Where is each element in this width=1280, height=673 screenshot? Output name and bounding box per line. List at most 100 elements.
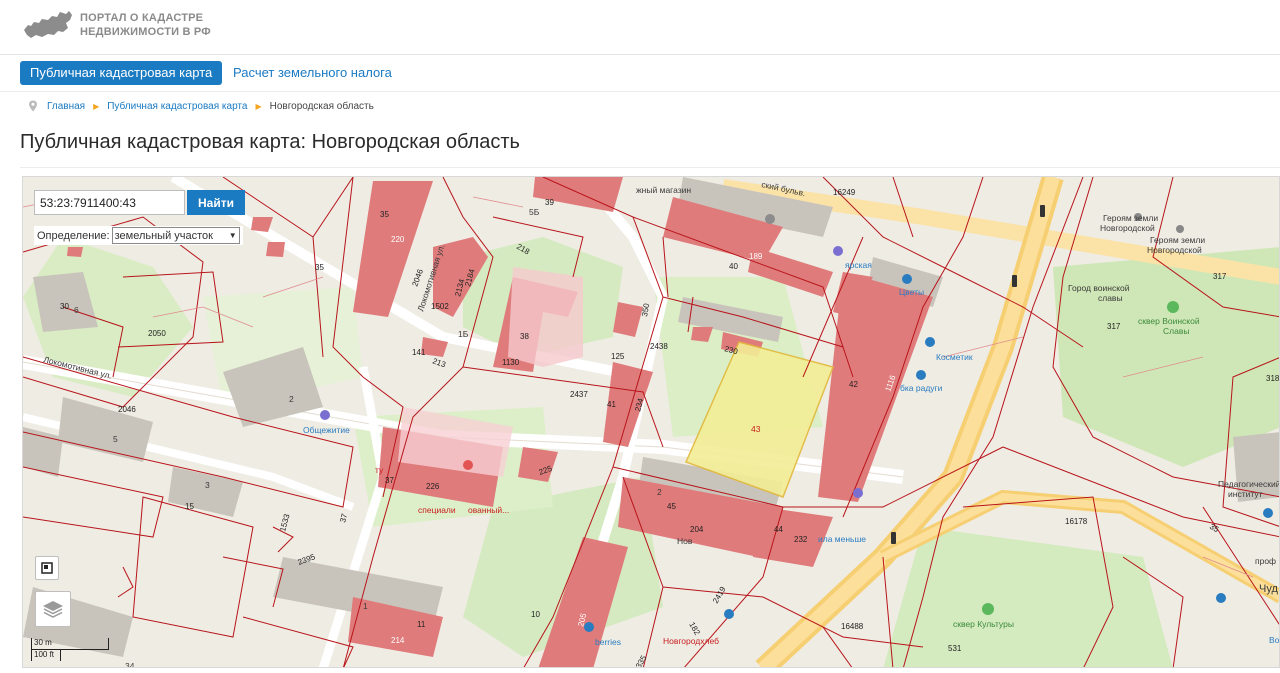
tab-public-cadastral-map[interactable]: Публичная кадастровая карта (20, 61, 223, 85)
definition-select[interactable]: земельный участок ▼ (111, 227, 240, 244)
parcel-label: 214 (391, 636, 405, 645)
poi-label: Во (1269, 635, 1280, 645)
parcel-label: 531 (948, 644, 962, 653)
logo-line-2: НЕДВИЖИМОСТИ В РФ (80, 26, 211, 38)
parcel-label: 232 (794, 535, 808, 544)
russia-map-icon (24, 11, 72, 38)
poi-label: Чуд (1259, 583, 1278, 595)
parcel-label: 16178 (1065, 517, 1088, 526)
poi-label: сквер Культуры (953, 619, 1014, 629)
logo-text: ПОРТАЛ О КАДАСТРЕ НЕДВИЖИМОСТИ В РФ (80, 11, 211, 39)
cadastral-search: Найти (34, 190, 245, 215)
tab-land-tax-calculation[interactable]: Расчет земельного налога (223, 61, 402, 85)
parcel-label: 2 (657, 487, 662, 497)
page-title: Публичная кадастровая карта: Новгородска… (20, 131, 520, 153)
parcel-label: 40 (729, 262, 738, 271)
search-button[interactable]: Найти (187, 190, 245, 215)
parcel-label: 2050 (148, 329, 166, 338)
parcel-label: 141 (412, 348, 426, 357)
parcel-label: 42 (849, 380, 858, 389)
poi-label: berries (595, 637, 621, 647)
parcel-label: 3 (205, 480, 210, 490)
poi-label: Героям земли (1150, 235, 1205, 245)
parcel-label: 2 (289, 394, 294, 404)
poi-label: ту (375, 465, 384, 475)
poi-label: Новгородской (1100, 223, 1155, 233)
parcel-label: 16488 (841, 622, 864, 631)
shop-icon (916, 370, 926, 380)
poi-label: Общежитие (303, 425, 350, 435)
poi-label: институт (1228, 489, 1263, 499)
parcel-label: 39 (545, 198, 554, 207)
hospital-area (508, 267, 583, 367)
poi-label: славы (1098, 293, 1123, 303)
bakery-icon (724, 609, 734, 619)
poi-label: Новгородской (1147, 245, 1202, 255)
parcel-label: 204 (690, 525, 704, 534)
shop-icon (853, 488, 863, 498)
parcel-label: 45 (667, 502, 676, 511)
parcel-label: 2438 (650, 342, 668, 351)
poi-label: ила меньше (818, 534, 866, 544)
parcel-label: 1130 (502, 358, 520, 367)
shop-icon (833, 246, 843, 256)
parcel-label: 34 (125, 661, 135, 668)
cadastral-map[interactable]: 35 220 2046 35 2184 2134 218 5Б 39 1502 … (22, 176, 1280, 668)
parcel-label: 125 (611, 352, 625, 361)
cadastral-number-input[interactable] (34, 190, 185, 215)
park-icon (1167, 301, 1179, 313)
fullscreen-icon (41, 562, 53, 574)
bus-stop-icon (1216, 593, 1226, 603)
title-divider (20, 167, 1280, 168)
parcel-label: 44 (774, 525, 783, 534)
parcel-label: 37 (385, 476, 394, 485)
parcel-label: 220 (391, 235, 405, 244)
poi-label: Нов (677, 536, 693, 546)
poi-label: специали (418, 505, 456, 515)
parcel-label: 2437 (570, 390, 588, 399)
map-canvas[interactable]: 35 220 2046 35 2184 2134 218 5Б 39 1502 … (23, 177, 1280, 668)
logo-line-1: ПОРТАЛ О КАДАСТРЕ (80, 12, 204, 24)
shop-icon (765, 214, 775, 224)
parcel-label: 35 (315, 263, 324, 272)
cosmetics-shop-icon (925, 337, 935, 347)
definition-row: Определение: земельный участок ▼ (34, 226, 243, 245)
poi-label: Город воинской (1068, 283, 1130, 293)
breadcrumb: Главная ▶ Публичная кадастровая карта ▶ … (28, 100, 374, 112)
parcel-label: 1 (363, 601, 368, 611)
fullscreen-button[interactable] (35, 556, 59, 580)
definition-label: Определение: (37, 229, 110, 242)
poi-label: ованный... (468, 505, 509, 515)
parcel-label-selected: 43 (751, 424, 761, 434)
breadcrumb-home[interactable]: Главная (47, 101, 85, 112)
layers-icon (43, 601, 63, 618)
monument-icon (1176, 225, 1184, 233)
parcel-label: 2046 (118, 405, 136, 414)
parcel-label: 6 (74, 305, 79, 315)
poi-label: бка радуги (900, 383, 943, 393)
poi-label: Цветы (899, 287, 924, 297)
breadcrumb-separator-icon: ▶ (93, 101, 100, 111)
layers-button[interactable] (35, 591, 71, 627)
parcel-label: 38 (520, 332, 529, 341)
parcel-label: 5Б (529, 207, 540, 217)
poi-label: Героям земли (1103, 213, 1158, 223)
poi-label: Новгородхлеб (663, 636, 719, 646)
parcel-label: 15 (185, 502, 194, 511)
scale-imperial: 100 ft (31, 650, 61, 661)
parcel-label: 1502 (431, 302, 449, 311)
poi-label: Педагогический (1218, 479, 1280, 489)
poi-label: Косметик (936, 352, 973, 362)
parcel-label: 10 (531, 610, 540, 619)
site-logo[interactable]: ПОРТАЛ О КАДАСТРЕ НЕДВИЖИМОСТИ В РФ (22, 8, 211, 42)
site-header: ПОРТАЛ О КАДАСТРЕ НЕДВИЖИМОСТИ В РФ (0, 0, 1280, 55)
poi-label: сквер Воинской (1138, 316, 1200, 326)
poi-label: Славы (1163, 326, 1189, 336)
parcel-label: 189 (749, 252, 763, 261)
breadcrumb-current: Новгородская область (269, 100, 374, 112)
poi-label: ярская (845, 260, 872, 270)
parcel-label: 35 (380, 210, 389, 219)
parcel-label: 5 (113, 434, 118, 444)
breadcrumb-section[interactable]: Публичная кадастровая карта (107, 101, 247, 112)
location-pin-icon (29, 100, 37, 112)
